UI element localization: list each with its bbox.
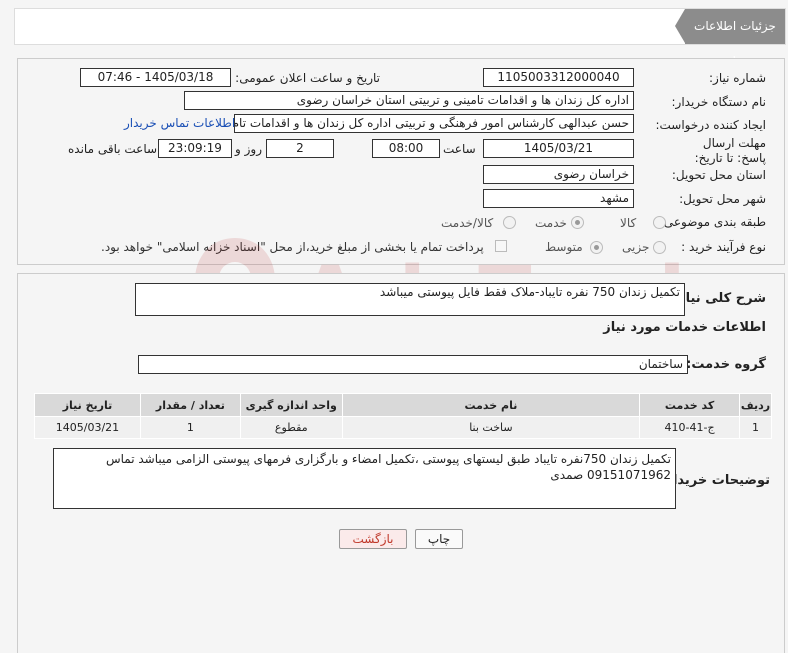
print-button[interactable]: چاپ (415, 529, 463, 549)
need-number-label: شماره نیاز: (709, 71, 766, 85)
category-radio-service[interactable] (571, 216, 584, 229)
process-radio-minor[interactable] (653, 241, 666, 254)
table-row: 1 ج-41-410 ساخت بنا مقطوع 1 1405/03/21 (34, 416, 772, 439)
need-number-field: 1105003312000040 (483, 68, 634, 87)
need-info-panel (17, 58, 785, 265)
province-label: استان محل تحویل: (671, 168, 766, 182)
category-service-label: خدمت (535, 216, 567, 230)
category-label: طبقه بندی موضوعی: (659, 215, 766, 229)
cell-unit: مقطوع (239, 416, 343, 439)
category-radio-goods-service[interactable] (503, 216, 516, 229)
days-label: روز و (235, 142, 262, 156)
service-group-label: گروه خدمت: (686, 357, 766, 372)
table-header-row: ردیف کد خدمت نام خدمت واحد اندازه گیری ت… (34, 393, 772, 417)
cell-service-name: ساخت بنا (341, 416, 641, 439)
col-service-name: نام خدمت (341, 393, 641, 417)
province-field: خراسان رضوی (483, 165, 634, 184)
requester-field: حسن عبدالهی کارشناس امور فرهنگی و تربیتی… (234, 114, 634, 133)
announce-field: 1405/03/18 - 07:46 (80, 68, 231, 87)
treasury-checkbox[interactable] (495, 240, 507, 252)
contact-info-link[interactable]: اطلاعات تماس خریدار (124, 116, 235, 130)
buyer-notes-label: توضیحات خریدار: (660, 473, 770, 488)
page-header: جزئیات اطلاعات نیاز (14, 8, 786, 68)
buyer-org-label: نام دستگاه خریدار: (671, 95, 767, 109)
city-label: شهر محل تحویل: (679, 192, 766, 206)
process-minor-label: جزیی (622, 240, 650, 254)
cell-service-code: ج-41-410 (639, 416, 741, 439)
buyer-notes-field: تکمیل زندان 750نفره تایباد طبق لیستهای پ… (53, 448, 676, 509)
deadline-date-field: 1405/03/21 (483, 139, 634, 158)
remaining-label: ساعت باقی مانده (68, 142, 158, 156)
remaining-time-field: 23:09:19 (158, 139, 232, 158)
back-button[interactable]: بازگشت (339, 529, 407, 549)
cell-need-date: 1405/03/21 (34, 416, 141, 439)
category-goods-service-label: کالا/خدمت (441, 216, 494, 230)
time-label: ساعت (443, 142, 476, 156)
deadline-label: مهلت ارسال پاسخ: تا تاریخ: (694, 136, 766, 165)
days-field: 2 (266, 139, 334, 158)
deadline-time-field: 08:00 (372, 139, 440, 158)
process-radio-medium[interactable] (590, 241, 603, 254)
summary-field: تکمیل زندان 750 نفره تایباد-ملاک فقط فای… (135, 283, 685, 316)
col-need-date: تاریخ نیاز (34, 393, 141, 417)
summary-label: شرح کلی نیاز: (672, 291, 766, 306)
col-unit: واحد اندازه گیری (239, 393, 343, 417)
announce-label: تاریخ و ساعت اعلان عمومی: (235, 71, 380, 85)
services-section-title: اطلاعات خدمات مورد نیاز (603, 320, 766, 335)
requester-label: ایجاد کننده درخواست: (655, 118, 766, 132)
category-radio-goods[interactable] (653, 216, 666, 229)
category-goods-label: کالا (620, 216, 637, 230)
buyer-org-field: اداره کل زندان ها و اقدامات تامینی و ترب… (184, 91, 634, 110)
service-group-field: ساختمان (138, 355, 688, 374)
col-service-code: کد خدمت (639, 393, 741, 417)
services-table: ردیف کد خدمت نام خدمت واحد اندازه گیری ت… (34, 393, 772, 439)
cell-quantity: 1 (139, 416, 241, 439)
cell-row-number: 1 (739, 416, 772, 439)
page-title: جزئیات اطلاعات نیاز (675, 9, 785, 68)
col-row-number: ردیف (739, 393, 772, 417)
col-quantity: تعداد / مقدار (139, 393, 241, 417)
payment-note: پرداخت تمام یا بخشی از مبلغ خرید،از محل … (101, 240, 484, 254)
city-field: مشهد (483, 189, 634, 208)
process-label: نوع فرآیند خرید : (681, 240, 766, 254)
process-medium-label: متوسط (545, 240, 583, 254)
